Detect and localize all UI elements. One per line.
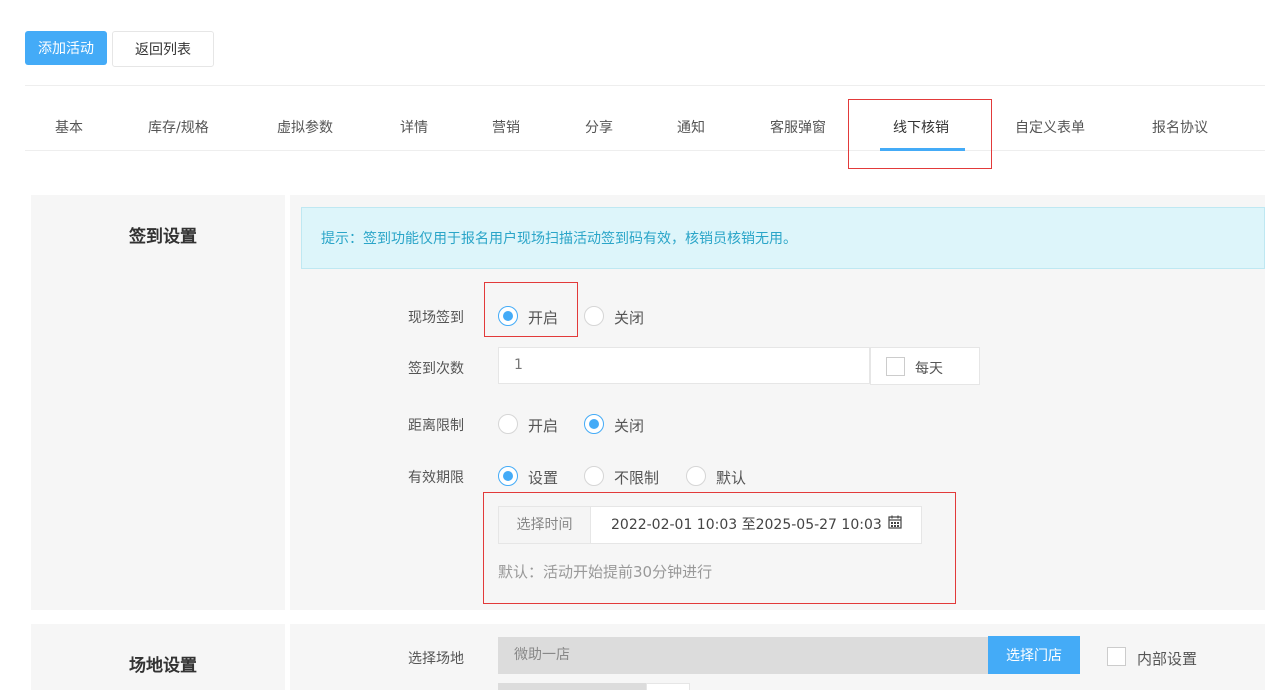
tab-offline-verify[interactable]: 线下核销 xyxy=(893,86,949,150)
validity-set-text: 设置 xyxy=(528,469,559,487)
tab-service-popup[interactable]: 客服弹窗 xyxy=(770,86,826,150)
internal-settings-label: 内部设置 xyxy=(1137,650,1198,668)
onsite-on-radio[interactable] xyxy=(498,306,518,326)
daily-checkbox[interactable] xyxy=(886,357,905,376)
select-store-button[interactable]: 选择门店 xyxy=(988,636,1080,674)
checkin-count-label: 签到次数 xyxy=(408,361,464,377)
date-range-input[interactable]: 2022-02-01 10:03 至2025-05-27 10:03 xyxy=(590,506,922,544)
validity-unlimited-text: 不限制 xyxy=(614,469,660,487)
validity-unlimited-radio[interactable] xyxy=(584,466,604,486)
date-range-text: 2022-02-01 10:03 至2025-05-27 10:03 xyxy=(611,517,882,533)
tab-marketing[interactable]: 营销 xyxy=(492,86,520,150)
calendar-icon xyxy=(888,507,902,543)
next-row-addon xyxy=(646,683,690,690)
checkin-hint: 提示：签到功能仅用于报名用户现场扫描活动签到码有效，核销员核销无用。 xyxy=(301,207,1265,269)
tab-signup-agreement[interactable]: 报名协议 xyxy=(1152,86,1208,150)
distance-on-text: 开启 xyxy=(528,417,559,435)
select-time-addon: 选择时间 xyxy=(498,506,591,544)
validity-set-radio[interactable] xyxy=(498,466,518,486)
tab-bar: 基本 库存/规格 虚拟参数 详情 营销 分享 通知 客服弹窗 线下核销 自定义表… xyxy=(25,85,1265,151)
validity-label: 有效期限 xyxy=(408,470,464,486)
next-row-input[interactable] xyxy=(498,683,646,690)
select-venue-label: 选择场地 xyxy=(408,651,464,667)
active-tab-underline xyxy=(880,148,965,151)
daily-label: 每天 xyxy=(915,361,943,377)
venue-section-title: 场地设置 xyxy=(129,656,197,676)
distance-limit-label: 距离限制 xyxy=(408,418,464,434)
onsite-checkin-label: 现场签到 xyxy=(408,310,464,326)
checkin-section-title: 签到设置 xyxy=(129,227,197,247)
tab-stock-spec[interactable]: 库存/规格 xyxy=(148,86,209,150)
back-to-list-button[interactable]: 返回列表 xyxy=(112,31,214,67)
internal-settings-checkbox[interactable] xyxy=(1107,647,1126,666)
onsite-on-text: 开启 xyxy=(528,309,559,327)
validity-default-text: 默认 xyxy=(716,469,747,487)
tab-share[interactable]: 分享 xyxy=(585,86,613,150)
distance-off-text: 关闭 xyxy=(614,417,645,435)
tab-details[interactable]: 详情 xyxy=(400,86,428,150)
tab-custom-form[interactable]: 自定义表单 xyxy=(1015,86,1085,150)
distance-off-radio[interactable] xyxy=(584,414,604,434)
distance-on-radio[interactable] xyxy=(498,414,518,434)
checkin-count-input[interactable]: 1 xyxy=(498,347,870,384)
onsite-off-radio[interactable] xyxy=(584,306,604,326)
tab-virtual-params[interactable]: 虚拟参数 xyxy=(277,86,333,150)
default-note: 默认：活动开始提前30分钟进行 xyxy=(498,563,713,581)
onsite-off-text: 关闭 xyxy=(614,309,645,327)
checkin-section-sidebar xyxy=(31,195,285,610)
validity-default-radio[interactable] xyxy=(686,466,706,486)
add-activity-button[interactable]: 添加活动 xyxy=(25,31,107,65)
tab-notify[interactable]: 通知 xyxy=(677,86,705,150)
tab-basic[interactable]: 基本 xyxy=(55,86,83,150)
store-input[interactable]: 微助一店 xyxy=(498,637,988,674)
